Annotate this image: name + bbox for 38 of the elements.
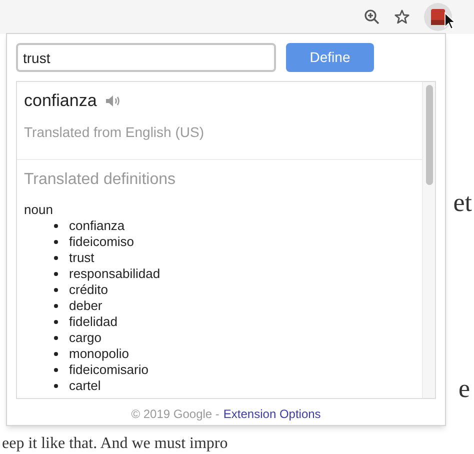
bullet-icon — [54, 224, 58, 228]
page-text: e — [458, 374, 470, 404]
definition-item: trust — [69, 250, 94, 266]
bullet-icon — [54, 368, 58, 372]
definition-item: monopolio — [69, 346, 129, 362]
page-text: et — [453, 188, 472, 218]
speaker-icon[interactable] — [104, 94, 121, 108]
definition-item: cargo — [69, 330, 102, 346]
bullet-icon — [54, 288, 58, 292]
cursor-icon — [444, 12, 456, 30]
definition-item: fidelidad — [69, 314, 118, 330]
source-language: Translated from English (US) — [24, 122, 205, 142]
copyright-text: © 2019 Google - — [131, 406, 220, 423]
definition-item: responsabilidad — [69, 266, 160, 282]
search-field[interactable]: trust — [16, 43, 276, 72]
extension-icon[interactable] — [431, 9, 445, 25]
bullet-icon — [54, 384, 58, 388]
definition-item: fideicomisario — [69, 362, 148, 378]
bullet-icon — [54, 272, 58, 276]
part-of-speech: noun — [24, 201, 54, 218]
bullet-icon — [54, 320, 58, 324]
definition-item: cartel — [69, 378, 101, 394]
translated-word: confianza — [24, 90, 97, 112]
definition-item: deber — [69, 298, 102, 314]
extension-options-link[interactable]: Extension Options — [223, 405, 321, 423]
page-text: eep it like that. And we must impro — [2, 434, 228, 454]
definition-item: fideicomiso — [69, 234, 134, 250]
scrollbar[interactable] — [422, 82, 435, 398]
bullet-icon — [54, 352, 58, 356]
bullet-icon — [54, 240, 58, 244]
definition-item: confianza — [69, 218, 125, 234]
bullet-icon — [54, 304, 58, 308]
zoom-icon[interactable] — [364, 9, 380, 25]
bullet-icon — [54, 256, 58, 260]
bullet-icon — [54, 336, 58, 340]
definition-item: crédito — [69, 282, 108, 298]
section-heading: Translated definitions — [24, 170, 176, 190]
star-icon[interactable] — [394, 9, 410, 25]
